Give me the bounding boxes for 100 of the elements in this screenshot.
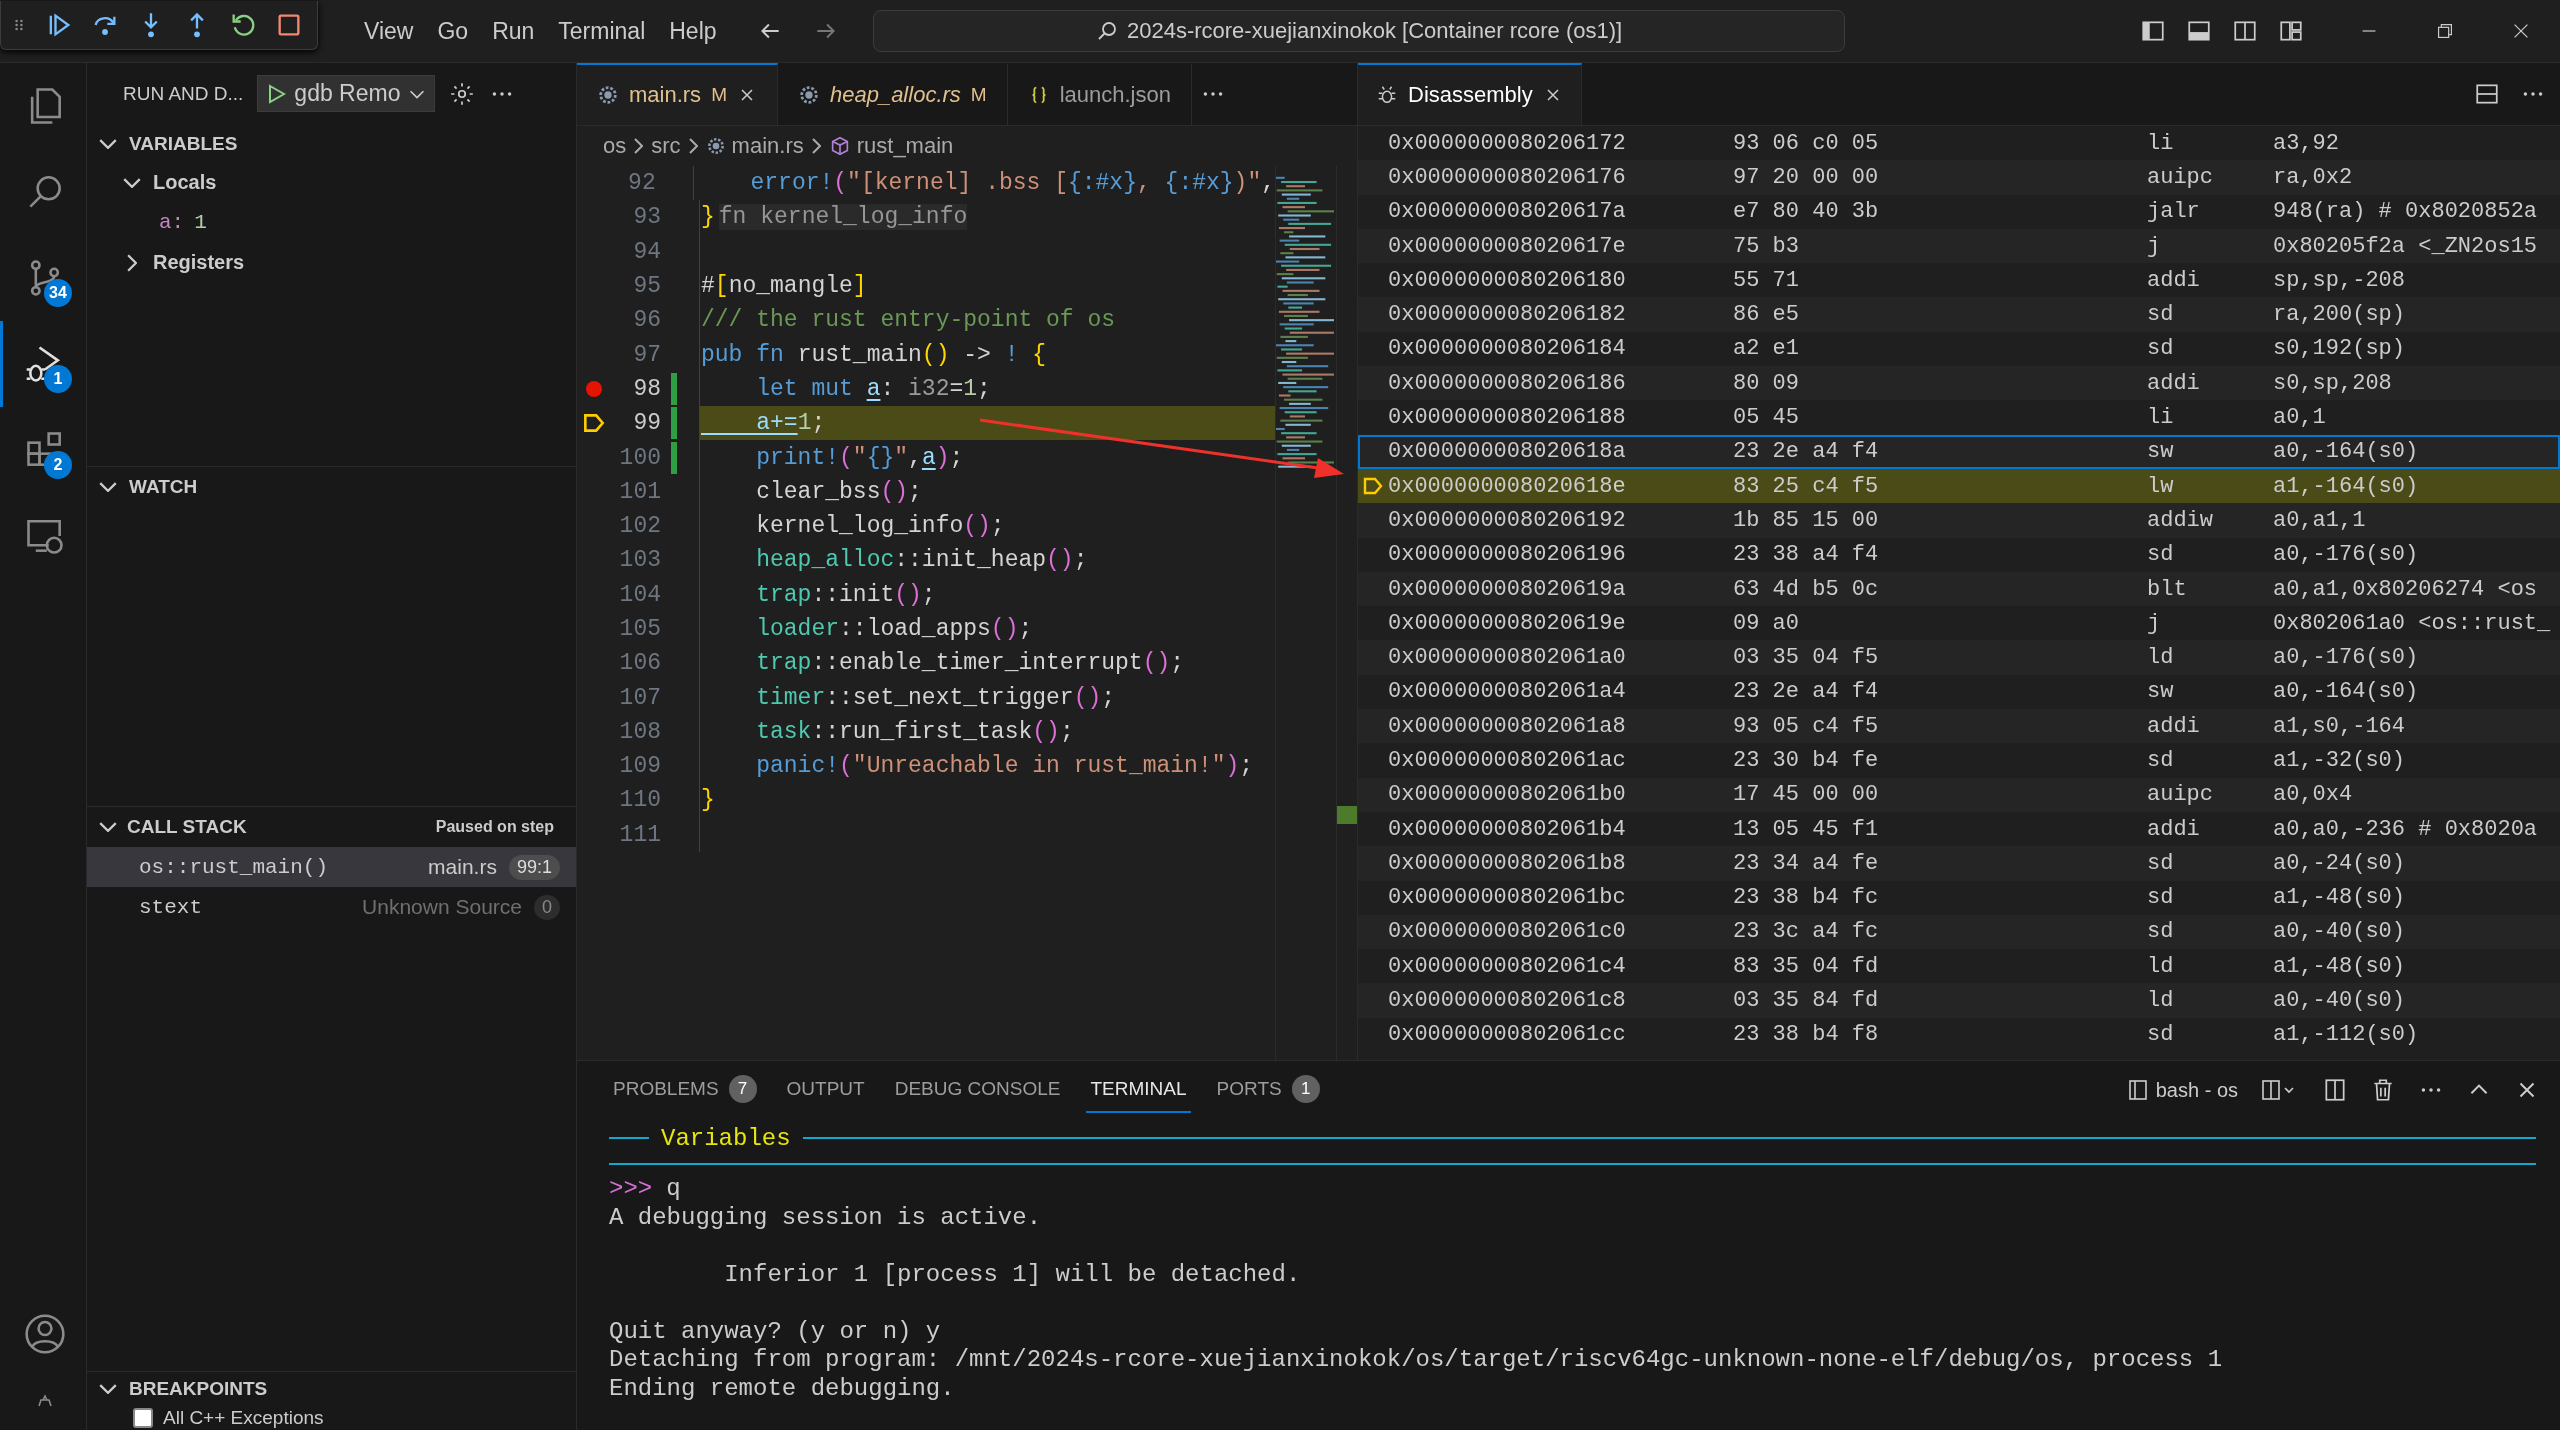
section-header[interactable]: VARIABLES [87, 124, 576, 163]
terminal-line: Quit anyway? (y or n) y [609, 1317, 942, 1346]
line-number: 96 [632, 307, 661, 334]
bytes-cell-text: 13 05 45 f1 [1733, 816, 1880, 842]
secondary-sidebar-icon[interactable] [2232, 18, 2258, 44]
terminal-line: Inferior 1 [process 1] will be detached. [723, 1260, 1302, 1289]
scope-item[interactable]: Locals [87, 162, 576, 203]
operands-cell-text: a0,a0,-236 # 0x8020a [2273, 816, 2539, 842]
breadcrumb-item[interactable]: rust_main [828, 133, 954, 159]
line-number: 111 [618, 821, 661, 848]
operands-cell-text: ra,0x2 [2273, 164, 2354, 190]
terminal-line: Detaching from program: /mnt/2024s-rcore-xuejianxinokok/os/target/riscv64gc-unknown-none-elf/debug/os, process 1 [609, 1346, 2224, 1375]
disassembly-row[interactable]: 0x000000008020619a 63 4d b5 0c blt a0,a1,0x80206274 <os [1358, 571, 2560, 607]
mnemonic-cell-text: sd [2147, 302, 2175, 328]
panel-tab[interactable]: OUTPUT [782, 1067, 869, 1113]
code-line: heap_alloc::init_heap(); [755, 547, 1088, 574]
split-terminal-icon[interactable] [2322, 1077, 2348, 1103]
code-line: trap::enable_timer_interrupt(); [755, 650, 1185, 677]
menu-item[interactable]: Terminal [548, 11, 656, 51]
bytes-cell-text: 55 71 [1733, 267, 1800, 293]
bytes-cell-text: 23 34 a4 fe [1733, 850, 1880, 876]
gear-file-icon [597, 84, 619, 106]
address-cell-text: 0x0000000080206192 [1388, 507, 1627, 533]
chevron-right-icon [634, 138, 644, 154]
disassembly-row[interactable]: 0x00000000802061c0 23 3c a4 fc sd a0,-40(s0) [1358, 914, 2560, 950]
address-cell-text: 0x0000000080206184 [1388, 336, 1627, 362]
gear-icon[interactable] [449, 80, 476, 107]
menu-item[interactable]: Go [427, 11, 479, 51]
disassembly-row[interactable]: 0x000000008020618a 23 2e a4 f4 sw a0,-164(s0) [1358, 434, 2560, 469]
layout-icon[interactable] [2278, 18, 2304, 44]
menu-item[interactable]: Run [482, 11, 545, 51]
disassembly-row[interactable]: 0x00000000802061c8 03 35 84 fd ld a0,-40(s0) [1358, 983, 2560, 1018]
activity-item[interactable]: 34 [0, 235, 86, 321]
sidebar-toggle-icon[interactable] [2140, 18, 2166, 44]
breadcrumb-item[interactable]: os [603, 133, 627, 159]
address-cell-text: 0x0000000080206188 [1388, 405, 1627, 430]
line-number: 101 [618, 478, 661, 505]
disassembly-row[interactable]: 0x000000008020617e 75 b3 j 0x80205f2a <_ZN2os15 [1358, 228, 2560, 264]
command-center[interactable]: 2024s-rcore-xuejianxinokok [Container rcore (os1)] [872, 10, 1845, 52]
account-icon[interactable] [22, 1312, 67, 1356]
panel-tab[interactable]: PORTS 1 [1212, 1067, 1324, 1113]
code-line: } [700, 787, 715, 814]
panel-tab[interactable]: PROBLEMS 7 [609, 1067, 761, 1113]
launch-config-dropdown[interactable]: gdb Remo [257, 75, 436, 113]
breadcrumb-item[interactable]: main.rs [705, 133, 804, 159]
operands-cell-text: a0,-40(s0) [2273, 988, 2407, 1014]
breakpoint-dot[interactable] [586, 380, 602, 397]
stack-frame[interactable]: os::rust_main() main.rs 99:1 [87, 847, 576, 888]
section-header[interactable]: BREAKPOINTS [87, 1372, 576, 1406]
disassembly-row[interactable]: 0x00000000802061a8 93 05 c4 f5 addi a1,s0,-164 [1358, 709, 2560, 744]
address-cell-text: 0x0000000080206196 [1388, 542, 1627, 568]
stack-frame[interactable]: stext Unknown Source 0 [87, 887, 576, 928]
line-number: 100 [618, 444, 661, 471]
split-editor-icon[interactable] [2474, 81, 2500, 107]
menu-item[interactable]: View [354, 11, 424, 51]
operands-cell-text: a0,-40(s0) [2273, 919, 2407, 945]
operands-cell-text: a1,s0,-164 [2273, 713, 2407, 739]
disassembly-row[interactable]: 0x0000000080206186 80 09 addi s0,sp,208 [1358, 366, 2560, 401]
editor-tab[interactable]: Disassembly [1358, 63, 1582, 125]
operands-cell-text: 0x802061a0 <os::rust_ [2273, 610, 2552, 636]
disassembly-row[interactable]: 0x0000000080206192 1b 85 15 00 addiw a0,a1,1 [1358, 503, 2560, 538]
disassembly-row[interactable]: 0x0000000080206176 97 20 00 00 auipc ra,0x2 [1358, 160, 2560, 195]
section-header[interactable]: WATCH [87, 467, 576, 508]
editor-tab[interactable]: main.rs M [577, 63, 778, 125]
code-line: pub fn rust_main() -> ! { [700, 341, 1047, 368]
panel-tab[interactable]: DEBUG CONSOLE [890, 1067, 1065, 1113]
line-number: 105 [618, 616, 661, 642]
frame-name: os::rust_main() [139, 855, 330, 879]
disassembly-row[interactable]: 0x00000000802061b0 17 45 00 00 auipc a0,0x4 [1358, 777, 2560, 812]
disassembly-row[interactable]: 0x0000000080206182 86 e5 sd ra,200(sp) [1358, 297, 2560, 332]
breadcrumb-item[interactable]: src [651, 133, 681, 159]
operands-cell-text: a0,-176(s0) [2273, 645, 2420, 671]
frame-name: stext [139, 895, 203, 919]
address-cell-text: 0x00000000802061c4 [1388, 953, 1627, 979]
address-cell-text: 0x0000000080206182 [1388, 302, 1627, 328]
operands-cell-text: a0,0x4 [2273, 782, 2354, 808]
disassembly-row[interactable]: 0x000000008020618e 83 25 c4 f5 lw a1,-164(s0) [1358, 468, 2560, 504]
mnemonic-cell-text: sd [2147, 885, 2175, 911]
mnemonic-cell-text: ld [2147, 953, 2175, 979]
checkbox[interactable] [133, 1408, 153, 1428]
terminal-selector[interactable]: bash - os [2125, 1078, 2238, 1102]
bytes-cell-text: 83 25 c4 f5 [1733, 473, 1880, 499]
section-header[interactable]: CALL STACK [99, 816, 247, 839]
scope-item[interactable]: Registers [87, 242, 576, 283]
panel-tab[interactable]: TERMINAL [1086, 1067, 1191, 1113]
disassembly-row[interactable]: 0x00000000802061b8 23 34 a4 fe sd a0,-24(s0) [1358, 846, 2560, 881]
code-line: error!("[kernel] .bss [{:#x}, {:#x})", [749, 170, 1275, 197]
operands-cell-text: a0,a1,0x80206274 <os [2273, 576, 2539, 602]
disassembly-row[interactable]: 0x00000000802061a0 03 35 04 f5 ld a0,-176(s0) [1358, 640, 2560, 675]
line-number: 92 [627, 170, 656, 197]
variable-item[interactable]: a: 1 [87, 202, 576, 243]
activity-item[interactable]: 2 [0, 407, 86, 493]
bytes-cell-text: a2 e1 [1733, 336, 1800, 362]
bytes-cell-text: 1b 85 15 00 [1733, 507, 1880, 533]
gear-file-icon [797, 84, 820, 106]
breakpoint-label: All C++ Exceptions [163, 1407, 324, 1429]
bytes-cell-text: 83 35 04 fd [1733, 953, 1880, 979]
menu-item[interactable]: Help [659, 11, 727, 51]
panel-toggle-icon[interactable] [2186, 18, 2212, 44]
operands-cell-text: a0,-24(s0) [2273, 850, 2407, 876]
